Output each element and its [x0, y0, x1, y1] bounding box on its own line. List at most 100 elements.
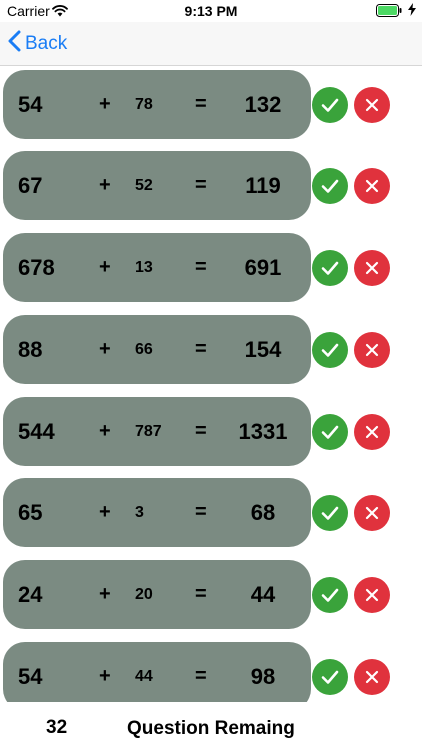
checkmark-icon	[321, 343, 339, 357]
wrong-button[interactable]	[354, 87, 390, 123]
operator: +	[99, 501, 111, 523]
equals-sign: =	[195, 583, 207, 605]
equation-card: 54 + 78 = 132	[3, 70, 311, 139]
equation-card: 54 + 44 = 98	[3, 642, 311, 702]
equation-card: 65 + 3 = 68	[3, 478, 311, 547]
correct-button[interactable]	[312, 332, 348, 368]
equation-card: 88 + 66 = 154	[3, 315, 311, 384]
second-operand: 52	[135, 177, 153, 194]
equals-sign: =	[195, 338, 207, 360]
navigation-bar: Back	[0, 22, 422, 66]
question-row: 65 + 3 = 68	[0, 478, 422, 548]
second-operand: 3	[135, 504, 144, 521]
checkmark-icon	[321, 98, 339, 112]
correct-button[interactable]	[312, 577, 348, 613]
remaining-footer: 32 Question Remaing	[0, 703, 422, 750]
operator: +	[99, 420, 111, 442]
first-operand: 54	[18, 664, 43, 689]
result-value: 119	[245, 173, 281, 198]
wrong-button[interactable]	[354, 659, 390, 695]
wrong-button[interactable]	[354, 577, 390, 613]
wrong-button[interactable]	[354, 250, 390, 286]
close-icon	[365, 98, 379, 112]
second-operand: 66	[135, 341, 153, 358]
status-bar: Carrier 9:13 PM	[0, 0, 422, 22]
operator: +	[99, 338, 111, 360]
equation-card: 678 + 13 = 691	[3, 233, 311, 302]
remaining-label: Question Remaing	[127, 718, 295, 739]
close-icon	[365, 261, 379, 275]
question-row: 54 + 78 = 132	[0, 70, 422, 140]
close-icon	[365, 425, 379, 439]
clock: 9:13 PM	[184, 3, 238, 19]
close-icon	[365, 179, 379, 193]
operator: +	[99, 256, 111, 278]
correct-button[interactable]	[312, 659, 348, 695]
checkmark-icon	[321, 588, 339, 602]
first-operand: 67	[18, 173, 43, 198]
question-row: 24 + 20 = 44	[0, 560, 422, 630]
battery-icon	[376, 4, 402, 20]
first-operand: 88	[18, 337, 43, 362]
operator: +	[99, 665, 111, 687]
back-label: Back	[25, 33, 68, 54]
checkmark-icon	[321, 179, 339, 193]
equals-sign: =	[195, 501, 207, 523]
remaining-count: 32	[46, 717, 68, 738]
equation-card: 24 + 20 = 44	[3, 560, 311, 629]
operator: +	[99, 174, 111, 196]
equals-sign: =	[195, 174, 207, 196]
question-row: 678 + 13 = 691	[0, 233, 422, 303]
back-button[interactable]: Back	[8, 30, 67, 58]
correct-button[interactable]	[312, 495, 348, 531]
second-operand: 20	[135, 586, 153, 603]
question-list[interactable]: 54 + 78 = 132 67 + 52 = 119 678 + 13 = 6…	[0, 70, 422, 702]
checkmark-icon	[321, 425, 339, 439]
checkmark-icon	[321, 261, 339, 275]
first-operand: 678	[18, 255, 55, 280]
question-row: 88 + 66 = 154	[0, 315, 422, 385]
equals-sign: =	[195, 420, 207, 442]
equals-sign: =	[195, 665, 207, 687]
close-icon	[365, 506, 379, 520]
result-value: 98	[250, 664, 276, 689]
operator: +	[99, 583, 111, 605]
checkmark-icon	[321, 506, 339, 520]
close-icon	[365, 588, 379, 602]
result-value: 132	[244, 92, 282, 117]
equals-sign: =	[195, 256, 207, 278]
correct-button[interactable]	[312, 168, 348, 204]
operator: +	[99, 93, 111, 115]
charging-icon	[408, 3, 416, 19]
correct-button[interactable]	[312, 250, 348, 286]
result-value: 44	[250, 582, 276, 607]
first-operand: 54	[18, 92, 43, 117]
first-operand: 544	[18, 419, 55, 444]
close-icon	[365, 343, 379, 357]
wrong-button[interactable]	[354, 168, 390, 204]
question-row: 54 + 44 = 98	[0, 642, 422, 702]
equation-card: 67 + 52 = 119	[3, 151, 311, 220]
wrong-button[interactable]	[354, 332, 390, 368]
wrong-button[interactable]	[354, 414, 390, 450]
second-operand: 13	[135, 259, 153, 276]
equation-card: 544 + 787 = 1331	[3, 397, 311, 466]
correct-button[interactable]	[312, 414, 348, 450]
chevron-left-icon	[8, 30, 21, 58]
question-row: 67 + 52 = 119	[0, 151, 422, 221]
correct-button[interactable]	[312, 87, 348, 123]
result-value: 154	[244, 337, 282, 362]
close-icon	[365, 670, 379, 684]
result-value: 1331	[238, 419, 288, 444]
app-screen: Carrier 9:13 PM Back 54 + 78 = 132 67 + …	[0, 0, 422, 750]
first-operand: 24	[18, 582, 43, 607]
result-value: 68	[250, 500, 276, 525]
first-operand: 65	[18, 500, 43, 525]
second-operand: 78	[135, 96, 153, 113]
question-row: 544 + 787 = 1331	[0, 397, 422, 467]
equals-sign: =	[195, 93, 207, 115]
checkmark-icon	[321, 670, 339, 684]
wrong-button[interactable]	[354, 495, 390, 531]
second-operand: 787	[135, 423, 162, 440]
second-operand: 44	[135, 668, 153, 685]
